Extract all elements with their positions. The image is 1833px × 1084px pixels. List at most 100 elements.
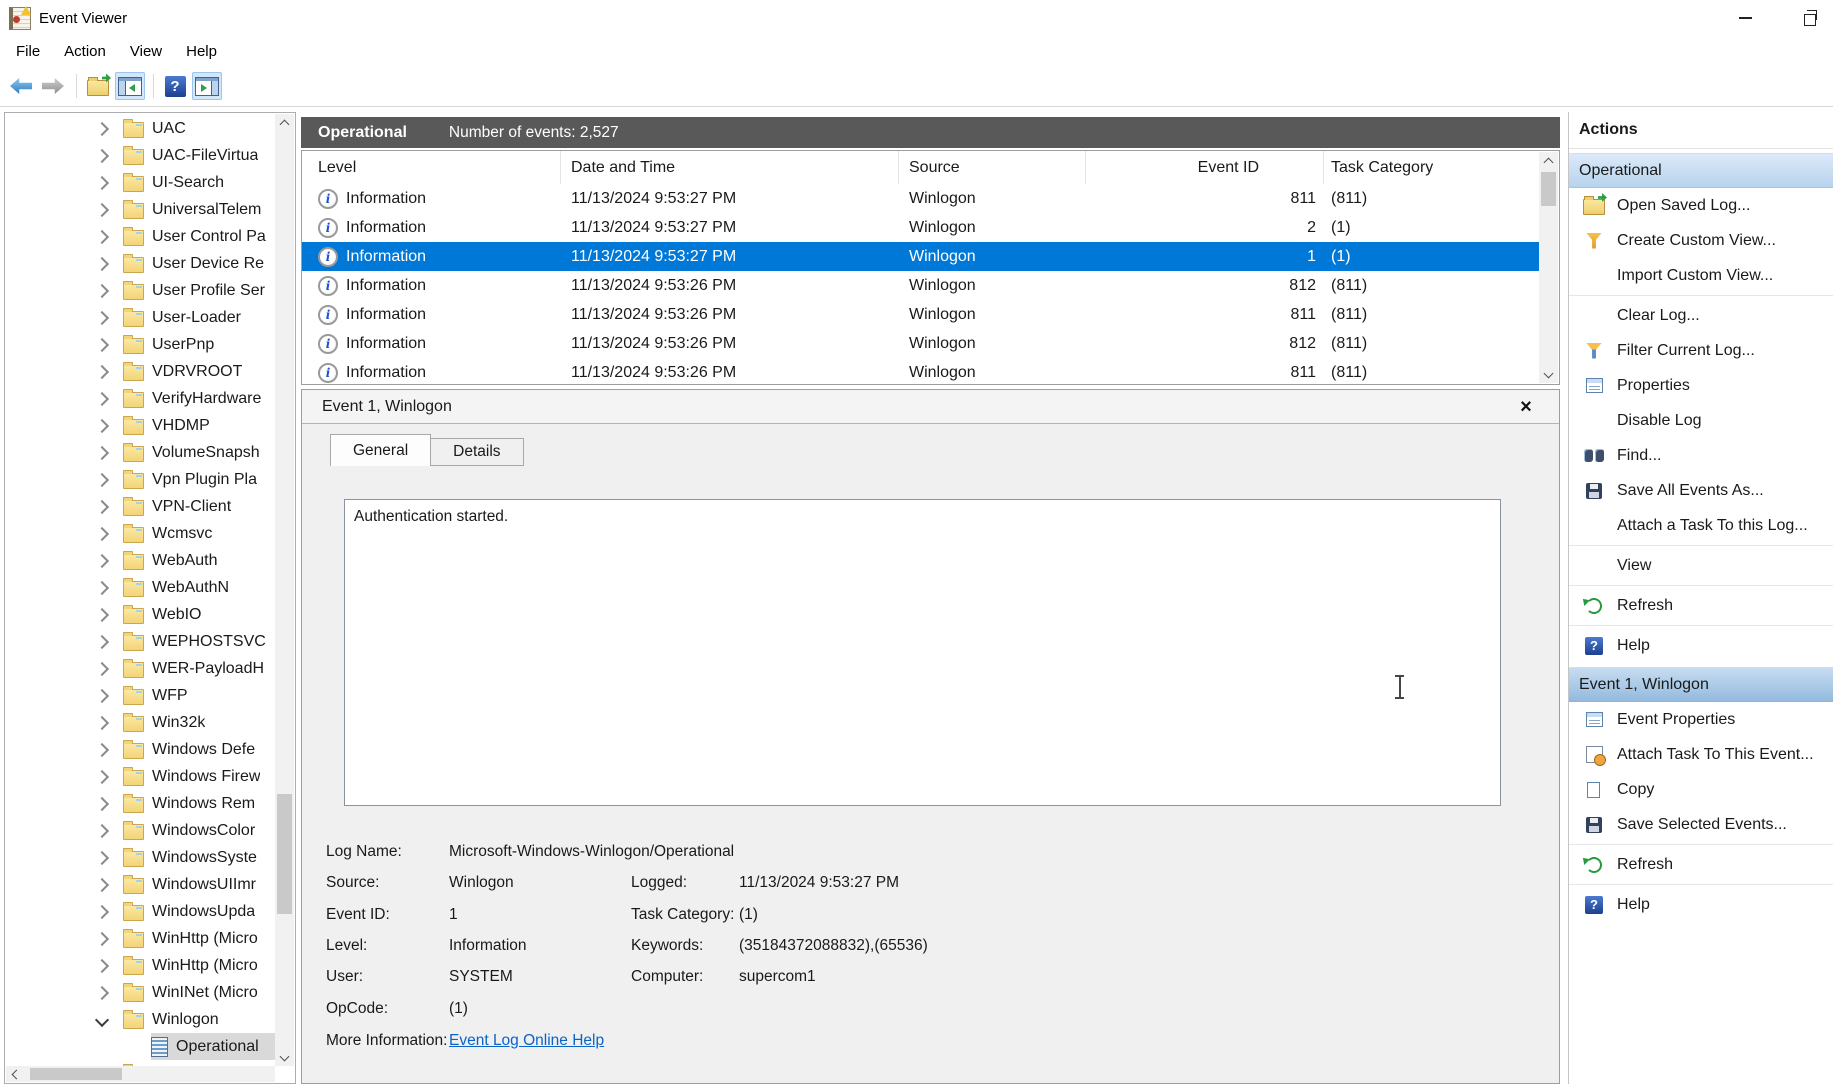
event-row[interactable]: iInformation11/13/2024 9:53:26 PMWinlogo…: [302, 300, 1540, 329]
action-event-properties[interactable]: Event Properties: [1569, 702, 1833, 737]
chevron-right-icon[interactable]: [95, 850, 109, 864]
event-row[interactable]: iInformation11/13/2024 9:53:26 PMWinlogo…: [302, 271, 1540, 300]
tree-item-wininet-micro[interactable]: WinINet (Micro: [5, 979, 276, 1006]
tree-item-vdrvroot[interactable]: VDRVROOT: [5, 358, 276, 385]
chevron-right-icon[interactable]: [95, 364, 109, 378]
tree-item-windowsupda[interactable]: WindowsUpda: [5, 898, 276, 925]
tree-item-uac-filevirtua[interactable]: UAC-FileVirtua: [5, 142, 276, 169]
event-row[interactable]: iInformation11/13/2024 9:53:27 PMWinlogo…: [302, 184, 1540, 213]
chevron-right-icon[interactable]: [95, 931, 109, 945]
tree-vertical-scrollbar[interactable]: [275, 114, 294, 1066]
chevron-right-icon[interactable]: [95, 256, 109, 270]
chevron-right-icon[interactable]: [95, 175, 109, 189]
action-clear-log[interactable]: Clear Log...: [1569, 298, 1833, 333]
action-refresh[interactable]: Refresh: [1569, 847, 1833, 882]
export-button[interactable]: [83, 72, 113, 100]
event-log-online-help-link[interactable]: Event Log Online Help: [449, 1032, 604, 1050]
chevron-right-icon[interactable]: [95, 715, 109, 729]
menu-help[interactable]: Help: [176, 39, 227, 64]
chevron-right-icon[interactable]: [95, 958, 109, 972]
action-find[interactable]: Find...: [1569, 438, 1833, 473]
chevron-right-icon[interactable]: [95, 823, 109, 837]
chevron-down-icon[interactable]: [95, 1012, 109, 1026]
chevron-right-icon[interactable]: [95, 148, 109, 162]
action-attach-a-task-to-this-log[interactable]: Attach a Task To this Log...: [1569, 508, 1833, 543]
chevron-right-icon[interactable]: [95, 634, 109, 648]
chevron-right-icon[interactable]: [95, 472, 109, 486]
events-vertical-scrollbar[interactable]: [1539, 152, 1558, 383]
action-refresh[interactable]: Refresh: [1569, 588, 1833, 623]
scroll-left-button[interactable]: [6, 1066, 23, 1082]
chevron-right-icon[interactable]: [95, 310, 109, 324]
menu-file[interactable]: File: [6, 39, 50, 64]
tree-item-webauthn[interactable]: WebAuthN: [5, 574, 276, 601]
chevron-right-icon[interactable]: [95, 445, 109, 459]
event-row[interactable]: iInformation11/13/2024 9:53:26 PMWinlogo…: [302, 329, 1540, 358]
tree-item-windows-firew[interactable]: Windows Firew: [5, 763, 276, 790]
event-message-box[interactable]: Authentication started.: [344, 499, 1501, 806]
tree-item-windowscolor[interactable]: WindowsColor: [5, 817, 276, 844]
action-view[interactable]: View: [1569, 548, 1833, 583]
scroll-thumb[interactable]: [1541, 172, 1556, 206]
tree-item-windows-defe[interactable]: Windows Defe: [5, 736, 276, 763]
tree-item-wfp[interactable]: WFP: [5, 682, 276, 709]
scroll-thumb[interactable]: [30, 1068, 122, 1080]
column-header-level[interactable]: Level: [302, 151, 561, 184]
show-action-pane-button[interactable]: [192, 72, 222, 100]
chevron-right-icon[interactable]: [95, 985, 109, 999]
chevron-right-icon[interactable]: [95, 661, 109, 675]
tree-item-win32k[interactable]: Win32k: [5, 709, 276, 736]
tree-item-user-profile-ser[interactable]: User Profile Ser: [5, 277, 276, 304]
restore-button[interactable]: [1787, 0, 1833, 36]
tab-general[interactable]: General: [330, 434, 431, 466]
chevron-right-icon[interactable]: [95, 688, 109, 702]
tree-item-winhttp-micro[interactable]: WinHttp (Micro: [5, 952, 276, 979]
tree-item-vpn-plugin-pla[interactable]: Vpn Plugin Pla: [5, 466, 276, 493]
action-help[interactable]: ?Help: [1569, 887, 1833, 922]
tab-details[interactable]: Details: [431, 438, 523, 466]
chevron-right-icon[interactable]: [95, 877, 109, 891]
scroll-down-button[interactable]: [1539, 366, 1558, 383]
event-row[interactable]: iInformation11/13/2024 9:53:27 PMWinlogo…: [302, 213, 1540, 242]
tree-item-windows-rem[interactable]: Windows Rem: [5, 790, 276, 817]
tree-item-verifyhardware[interactable]: VerifyHardware: [5, 385, 276, 412]
tree-item-windowssyste[interactable]: WindowsSyste: [5, 844, 276, 871]
tree-item-user-device-re[interactable]: User Device Re: [5, 250, 276, 277]
action-open-saved-log[interactable]: Open Saved Log...: [1569, 188, 1833, 223]
chevron-right-icon[interactable]: [95, 526, 109, 540]
action-attach-task-to-this-event[interactable]: Attach Task To This Event...: [1569, 737, 1833, 772]
column-header-source[interactable]: Source: [899, 151, 1086, 184]
tree-item-wcmsvc[interactable]: Wcmsvc: [5, 520, 276, 547]
tree-item-webio[interactable]: WebIO: [5, 601, 276, 628]
actions-section-event-1-winlogon[interactable]: Event 1, Winlogon: [1569, 667, 1833, 702]
chevron-right-icon[interactable]: [95, 796, 109, 810]
tree-item-webauth[interactable]: WebAuth: [5, 547, 276, 574]
chevron-right-icon[interactable]: [95, 499, 109, 513]
action-copy[interactable]: Copy: [1569, 772, 1833, 807]
scroll-up-button[interactable]: [275, 114, 294, 131]
tree-item-wephostsvc[interactable]: WEPHOSTSVC: [5, 628, 276, 655]
chevron-right-icon[interactable]: [95, 607, 109, 621]
column-header-date-and-time[interactable]: Date and Time: [561, 151, 899, 184]
menu-action[interactable]: Action: [54, 39, 116, 64]
tree-item-ui-search[interactable]: UI-Search: [5, 169, 276, 196]
tree-item-vhdmp[interactable]: VHDMP: [5, 412, 276, 439]
scroll-down-button[interactable]: [275, 1049, 294, 1066]
action-save-selected-events[interactable]: Save Selected Events...: [1569, 807, 1833, 842]
action-import-custom-view[interactable]: Import Custom View...: [1569, 258, 1833, 293]
show-console-tree-button[interactable]: [115, 72, 145, 100]
event-row[interactable]: iInformation11/13/2024 9:53:27 PMWinlogo…: [302, 242, 1540, 271]
tree-item-windowsuiimr[interactable]: WindowsUIImr: [5, 871, 276, 898]
back-button[interactable]: [6, 72, 36, 100]
tree-item-winlogon[interactable]: Winlogon: [5, 1006, 276, 1033]
chevron-right-icon[interactable]: [95, 391, 109, 405]
chevron-right-icon[interactable]: [95, 769, 109, 783]
scroll-up-button[interactable]: [1539, 152, 1558, 169]
tree-item-wer-payloadh[interactable]: WER-PayloadH: [5, 655, 276, 682]
chevron-right-icon[interactable]: [95, 202, 109, 216]
action-help[interactable]: ?Help: [1569, 628, 1833, 663]
tree-item-user-loader[interactable]: User-Loader: [5, 304, 276, 331]
chevron-right-icon[interactable]: [95, 553, 109, 567]
help-button[interactable]: ?: [160, 72, 190, 100]
tree-item-uac[interactable]: UAC: [5, 115, 276, 142]
